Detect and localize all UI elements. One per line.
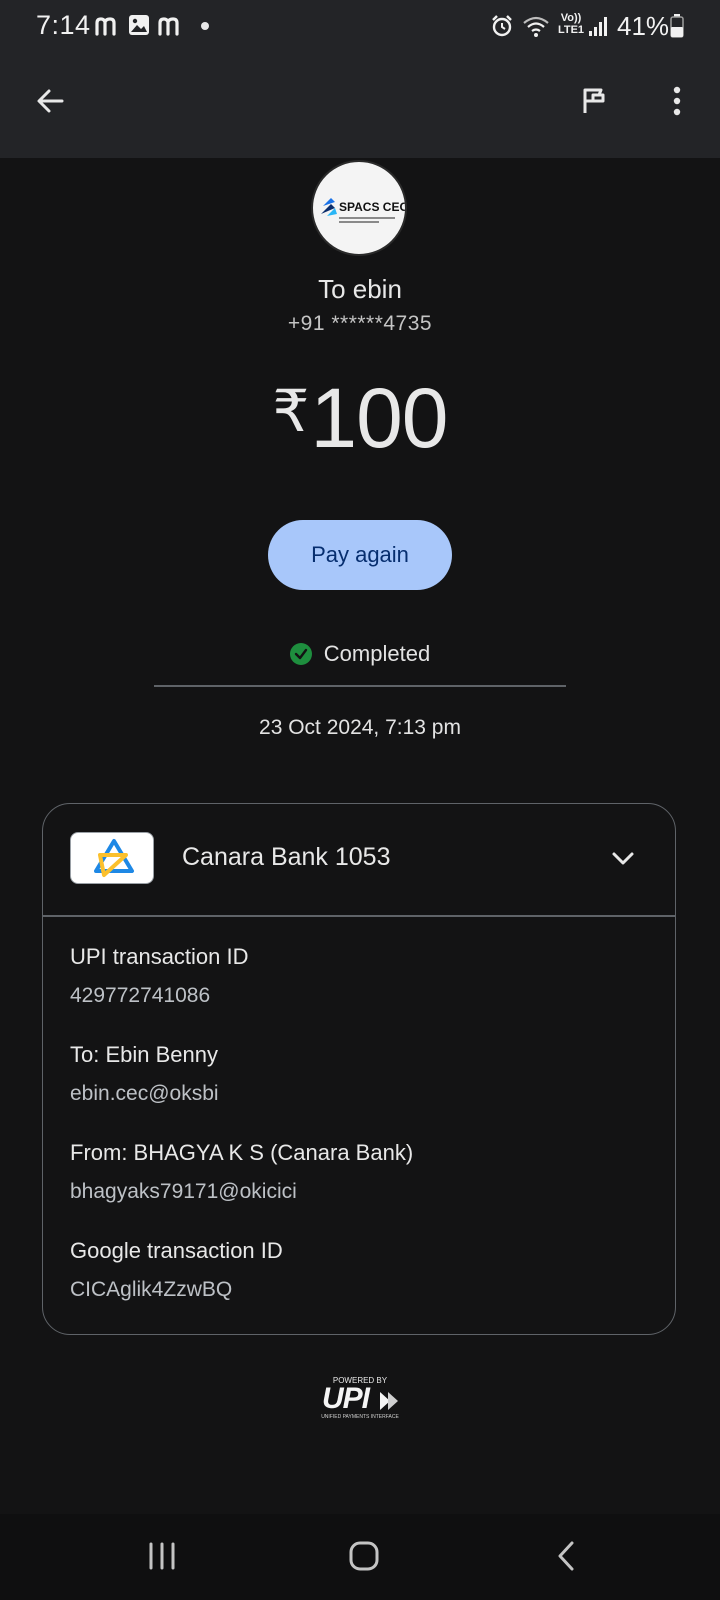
back-icon xyxy=(558,1541,574,1571)
navigation-bar xyxy=(0,1514,720,1600)
canara-bank-logo-icon xyxy=(70,832,154,884)
signal-icon xyxy=(589,17,607,36)
payee-phone: +91 ******4735 xyxy=(287,312,433,335)
divider xyxy=(154,685,566,687)
back-button[interactable] xyxy=(26,77,74,125)
app-bar xyxy=(0,52,720,158)
avatar-subtext-line xyxy=(339,217,395,219)
battery-percent: 41% xyxy=(617,11,670,41)
report-button[interactable] xyxy=(570,77,618,125)
notification-dot xyxy=(201,22,209,30)
payee-avatar: SPACS CEC xyxy=(311,160,407,256)
upi-text: UPI xyxy=(322,1382,370,1415)
avatar-text: SPACS CEC xyxy=(339,200,407,214)
upi-arrow-icon xyxy=(380,1392,398,1410)
battery-icon xyxy=(670,14,684,38)
system-back-button[interactable] xyxy=(534,1532,598,1580)
back-arrow-icon xyxy=(37,89,64,113)
recents-button[interactable] xyxy=(130,1532,194,1580)
upi-logo: POWERED BY UPI UNIFIED PAYMENTS INTERFAC… xyxy=(318,1376,402,1422)
bank-name: Canara Bank 1053 xyxy=(182,843,391,871)
recents-icon xyxy=(149,1542,175,1570)
upi-transaction-id-label: UPI transaction ID xyxy=(70,944,249,969)
upi-subtext: UNIFIED PAYMENTS INTERFACE xyxy=(321,1414,399,1420)
alarm-icon xyxy=(492,15,512,37)
gallery-icon xyxy=(129,15,149,35)
status-time: 7:14 xyxy=(36,10,91,40)
transaction-details-card: Canara Bank 1053 UPI transaction ID 4297… xyxy=(42,803,676,1335)
payee-name: To ebin xyxy=(318,274,402,304)
recipient-label: To: Ebin Benny xyxy=(70,1042,218,1067)
payment-datetime: 23 Oct 2024, 7:13 pm xyxy=(259,716,461,739)
bank-account-row[interactable]: Canara Bank 1053 xyxy=(43,804,675,916)
card-divider xyxy=(43,915,675,917)
volte-line2: LTE1 xyxy=(557,24,585,36)
chevron-down-icon[interactable] xyxy=(609,844,637,872)
status-bar: 7:14 Vo)) LTE1 41% xyxy=(0,0,720,52)
amount: ₹100 xyxy=(0,370,720,467)
recipient-upi-id: ebin.cec@oksbi xyxy=(70,1082,219,1105)
amount-value: 100 xyxy=(310,371,448,465)
m-app-icon xyxy=(158,17,179,36)
more-options-button[interactable] xyxy=(653,77,701,125)
check-circle-icon xyxy=(289,643,312,665)
wifi-icon xyxy=(523,16,549,37)
volte-line1: Vo)) xyxy=(560,12,582,24)
flag-icon xyxy=(583,88,605,113)
home-button[interactable] xyxy=(332,1532,396,1580)
home-icon xyxy=(349,1541,379,1571)
sender-upi-id: bhagyaks79171@okicici xyxy=(70,1180,297,1203)
google-transaction-id-value: CICAglik4ZzwBQ xyxy=(70,1278,233,1301)
status-label: Completed xyxy=(323,641,431,666)
avatar-subtext-line xyxy=(339,221,379,223)
sender-label: From: BHAGYA K S (Canara Bank) xyxy=(70,1140,414,1165)
upi-transaction-id-value: 429772741086 xyxy=(70,984,211,1007)
volte-indicator: Vo)) LTE1 xyxy=(556,12,586,40)
m-app-icon xyxy=(95,17,116,36)
pay-again-button[interactable]: Pay again xyxy=(268,520,452,590)
google-transaction-id-label: Google transaction ID xyxy=(70,1238,283,1263)
more-vert-icon xyxy=(673,86,681,116)
payment-status: Completed xyxy=(0,636,720,672)
currency-symbol: ₹ xyxy=(272,379,309,444)
